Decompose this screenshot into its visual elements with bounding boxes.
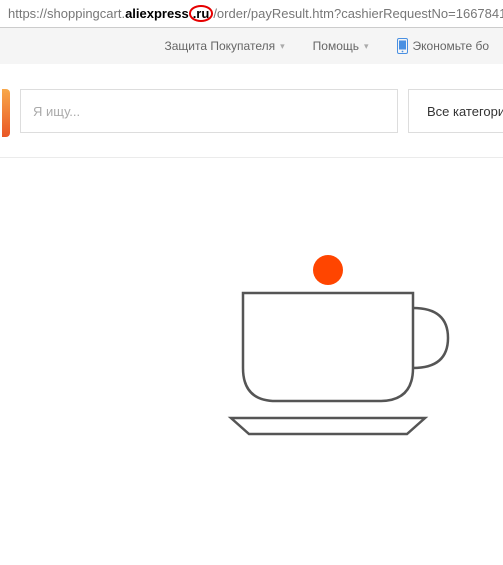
search-input[interactable]: Я ищу... bbox=[20, 89, 398, 133]
category-select[interactable]: Все категории bbox=[408, 89, 503, 133]
category-label: Все категории bbox=[427, 104, 503, 119]
chevron-down-icon: ▾ bbox=[280, 41, 285, 52]
address-bar[interactable]: https://shoppingcart.aliexpress.ru/order… bbox=[0, 0, 503, 28]
nav-save-more[interactable]: Экономьте бо bbox=[383, 38, 503, 54]
chevron-down-icon: ▾ bbox=[364, 41, 369, 52]
search-placeholder: Я ищу... bbox=[33, 104, 80, 119]
url-circled-tld: .ru bbox=[189, 5, 214, 22]
url-suffix: /order/payResult.htm?cashierRequestNo=16… bbox=[213, 6, 503, 21]
nav-buyer-protection[interactable]: Защита Покупателя ▾ bbox=[151, 39, 299, 53]
url-prefix: https://shoppingcart. bbox=[8, 6, 125, 21]
search-row: Я ищу... Все категории bbox=[0, 89, 503, 139]
url-domain: aliexpress bbox=[125, 6, 189, 21]
coffee-cup-icon bbox=[213, 238, 473, 468]
top-navigation: Защита Покупателя ▾ Помощь ▾ Экономьте б… bbox=[0, 28, 503, 64]
nav-help[interactable]: Помощь ▾ bbox=[299, 39, 383, 53]
illustration-area bbox=[0, 158, 503, 548]
nav-label: Экономьте бо bbox=[413, 39, 489, 53]
phone-icon bbox=[397, 38, 408, 54]
logo-edge bbox=[2, 89, 10, 137]
nav-label: Помощь bbox=[313, 39, 359, 53]
nav-label: Защита Покупателя bbox=[165, 39, 276, 53]
